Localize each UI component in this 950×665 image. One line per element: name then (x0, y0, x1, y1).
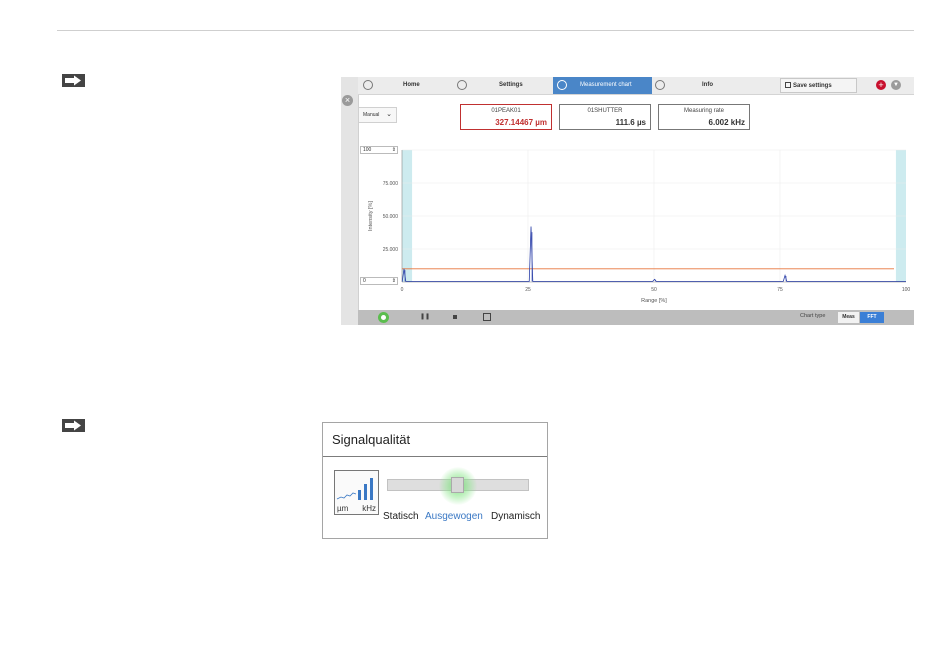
top-navigation: Home Settings Measurement chart Info Sav… (358, 77, 914, 95)
header-rule (57, 30, 914, 31)
nav-measurement-chart[interactable]: Measurement chart (553, 77, 652, 94)
nav-info[interactable]: Info (702, 79, 713, 91)
mode-select-value: Manual (363, 112, 380, 118)
spinner-icon[interactable]: ⇕ (392, 278, 396, 284)
arrow-right-icon (62, 419, 85, 432)
signal-quality-panel: Signalqualität µm kHz Statisch Ausgewoge… (322, 422, 548, 539)
x-tick-label: 100 (902, 287, 911, 293)
signal-quality-icon: µm kHz (334, 470, 379, 515)
y-axis-label: Intensity [%] (368, 201, 374, 231)
readout-peak: 01PEAK01 327.14467 µm (460, 104, 552, 130)
panel-title: Signalqualität (332, 432, 411, 447)
chart-type-meas-button[interactable]: Meas (838, 312, 859, 323)
divider (323, 456, 547, 457)
intensity-chart: 75.000 50.000 25.000 0 25 50 75 100 Range [%] Int… (358, 135, 914, 310)
quality-slider-handle[interactable] (451, 477, 464, 493)
readout-rate: Measuring rate 6.002 kHz (658, 104, 750, 130)
mode-select[interactable]: Manual ⌄ (358, 107, 397, 123)
y-max-input[interactable]: 100 ⇕ (360, 146, 398, 154)
intensity-chart-svg: 75.000 50.000 25.000 0 25 50 75 100 Range [%] Int… (368, 149, 911, 304)
pause-button[interactable]: ❚❚ (420, 313, 430, 320)
chart-toolbar: ❚❚ Chart type Meas FFT (358, 310, 914, 325)
close-icon[interactable]: × (342, 95, 353, 106)
arrow-right-icon (62, 74, 85, 87)
nav-measurement-chart-label: Measurement chart (580, 82, 632, 88)
readout-peak-label: 01PEAK01 (491, 108, 521, 114)
y-tick-label: 50.000 (383, 214, 399, 220)
y-tick-label: 75.000 (383, 181, 399, 187)
nav-settings[interactable]: Settings (499, 79, 523, 91)
flag-cross: + (878, 80, 884, 90)
option-ausgewogen[interactable]: Ausgewogen (425, 511, 483, 522)
x-axis-label: Range [%] (641, 298, 667, 304)
icon-unit-right: kHz (362, 504, 376, 513)
side-strip: × (341, 77, 359, 325)
readout-shutter-label: 01SHUTTER (587, 108, 623, 114)
chart-type-fft-button[interactable]: FFT (860, 312, 884, 323)
home-icon[interactable] (363, 80, 373, 90)
readout-peak-value: 327.14467 µm (495, 118, 547, 127)
y-min-input[interactable]: 0 ⇕ (360, 277, 398, 285)
settings-icon[interactable] (457, 80, 467, 90)
chart-type-label: Chart type (800, 313, 826, 319)
option-dynamisch[interactable]: Dynamisch (491, 511, 540, 522)
play-button[interactable] (378, 312, 389, 323)
chevron-down-icon[interactable]: ▼ (891, 80, 901, 90)
chart-icon (557, 80, 567, 90)
spinner-icon[interactable]: ⇕ (392, 147, 396, 153)
save-settings-button[interactable]: Save settings (780, 78, 857, 93)
save-settings-label: Save settings (793, 83, 832, 89)
readout-rate-label: Measuring rate (683, 108, 725, 114)
bars-chart-icon (336, 478, 373, 500)
x-tick-label: 25 (525, 287, 531, 293)
y-tick-label: 25.000 (383, 247, 399, 253)
save-icon (785, 82, 791, 88)
stop-button[interactable] (453, 315, 457, 319)
icon-unit-left: µm (337, 504, 349, 513)
x-tick-label: 50 (651, 287, 657, 293)
x-tick-label: 0 (401, 287, 404, 293)
chevron-down-icon: ⌄ (386, 111, 392, 118)
measurement-chart-screenshot: × Home Settings Measurement chart Info S… (341, 77, 914, 325)
x-tick-label: 75 (777, 287, 783, 293)
nav-home[interactable]: Home (403, 79, 420, 91)
y-max-value: 100 (363, 147, 372, 153)
info-icon[interactable] (655, 80, 665, 90)
option-statisch[interactable]: Statisch (383, 511, 419, 522)
save-chart-button[interactable] (483, 313, 491, 321)
readout-shutter-value: 111.6 µs (615, 118, 646, 127)
readout-shutter: 01SHUTTER 111.6 µs (559, 104, 651, 130)
readout-rate-value: 6.002 kHz (708, 118, 745, 127)
y-min-value: 0 (363, 278, 366, 284)
